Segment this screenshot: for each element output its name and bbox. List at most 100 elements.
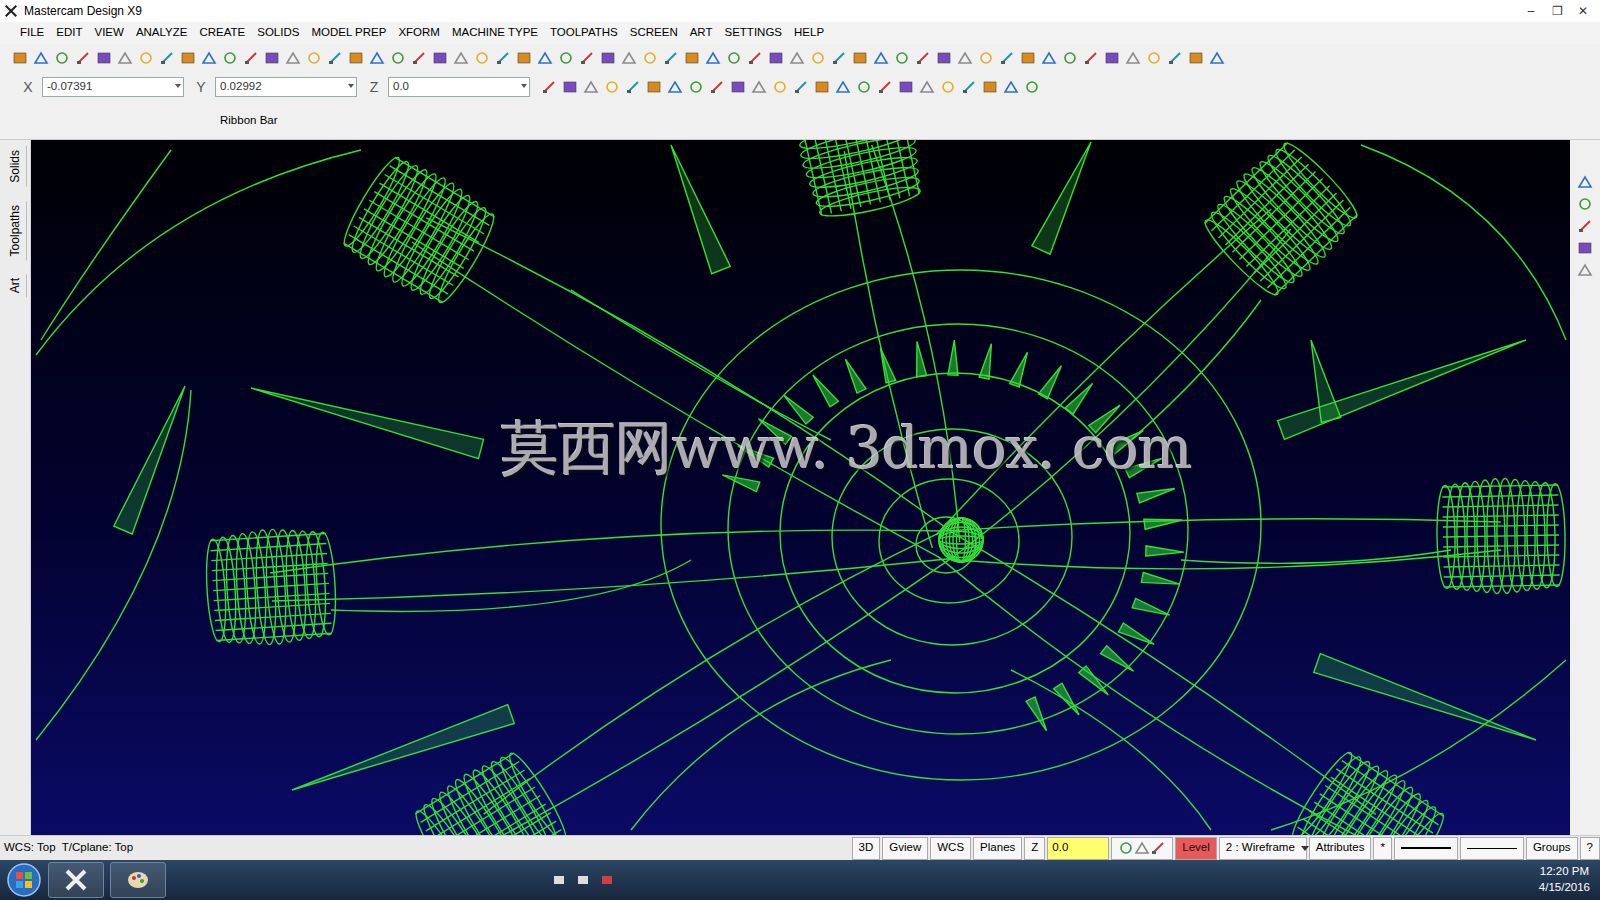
tool-icon[interactable] [898, 79, 914, 95]
menu-item[interactable]: CREATE [193, 23, 251, 42]
tool-icon[interactable] [768, 50, 784, 66]
tool-icon[interactable] [957, 50, 973, 66]
attributes-button[interactable]: Attributes [1309, 837, 1372, 860]
tool-icon[interactable] [1209, 50, 1225, 66]
tool-icon[interactable] [894, 50, 910, 66]
tool-icon[interactable] [684, 50, 700, 66]
tool-icon[interactable] [604, 79, 620, 95]
tool-icon[interactable] [726, 50, 742, 66]
tool-icon[interactable] [1188, 50, 1204, 66]
tool-icon[interactable] [625, 79, 641, 95]
tool-icon[interactable] [831, 50, 847, 66]
tool-icon[interactable] [1083, 50, 1099, 66]
tool-icon[interactable] [285, 50, 301, 66]
tool-icon[interactable] [600, 50, 616, 66]
tool-icon[interactable] [873, 50, 889, 66]
tool-icon[interactable] [537, 50, 553, 66]
tool-icon[interactable] [390, 50, 406, 66]
tool-icon[interactable] [810, 50, 826, 66]
menu-item[interactable]: SCREEN [624, 23, 684, 42]
tool-icon[interactable] [835, 79, 851, 95]
dropdown-arrow-icon[interactable] [348, 84, 354, 88]
tool-icon[interactable] [348, 50, 364, 66]
view-cube-icon[interactable] [1577, 262, 1593, 278]
view-cube-icon[interactable] [1577, 174, 1593, 190]
status-button[interactable]: 3D [852, 837, 881, 860]
level-button[interactable]: Level [1175, 837, 1217, 860]
menu-item[interactable]: TOOLPATHS [544, 23, 624, 42]
tool-icon[interactable] [772, 79, 788, 95]
side-tab[interactable]: Art [4, 274, 27, 297]
point-style-dropdown[interactable]: * [1373, 837, 1391, 860]
coordinate-field[interactable]: 0.02992 [215, 77, 357, 97]
menu-item[interactable]: XFORM [392, 23, 446, 42]
view-cube-icon[interactable] [1577, 240, 1593, 256]
tool-icon[interactable] [852, 50, 868, 66]
start-orb-icon[interactable] [6, 862, 42, 898]
tool-icon[interactable] [793, 79, 809, 95]
tool-icon[interactable] [789, 50, 805, 66]
tool-icon[interactable] [411, 50, 427, 66]
dropdown-arrow-icon[interactable] [175, 84, 181, 88]
side-tab[interactable]: Solids [4, 146, 27, 187]
tool-icon[interactable] [54, 50, 70, 66]
tool-icon[interactable] [33, 50, 49, 66]
tool-icon[interactable] [306, 50, 322, 66]
tool-icon[interactable] [642, 50, 658, 66]
tool-icon[interactable] [558, 50, 574, 66]
line-width-dropdown[interactable] [1460, 837, 1524, 860]
status-button[interactable]: WCS [930, 837, 971, 860]
tool-icon[interactable] [705, 50, 721, 66]
tool-icon[interactable] [856, 79, 872, 95]
menu-item[interactable]: HELP [788, 23, 830, 42]
status-button[interactable]: Gview [882, 837, 928, 860]
tool-icon[interactable] [159, 50, 175, 66]
menu-item[interactable]: ANALYZE [130, 23, 194, 42]
tool-icon[interactable] [369, 50, 385, 66]
show-hidden-icon[interactable] [552, 873, 566, 887]
tool-icon[interactable] [667, 79, 683, 95]
tool-icon[interactable] [747, 50, 763, 66]
restore-button[interactable]: ❐ [1544, 2, 1570, 20]
tool-icon[interactable] [1062, 50, 1078, 66]
tool-icon[interactable] [453, 50, 469, 66]
paint-task-button[interactable] [110, 862, 166, 898]
close-button[interactable]: ✕ [1570, 2, 1596, 20]
tool-icon[interactable] [1003, 79, 1019, 95]
z-depth-field[interactable]: 0.0 [1047, 837, 1109, 860]
menu-item[interactable]: EDIT [50, 23, 88, 42]
level-dropdown[interactable]: 2 : Wireframe [1219, 837, 1307, 860]
tool-icon[interactable] [1024, 79, 1040, 95]
tool-icon[interactable] [730, 79, 746, 95]
groups-button[interactable]: Groups [1526, 837, 1578, 860]
tool-icon[interactable] [919, 79, 935, 95]
tool-icon[interactable] [562, 79, 578, 95]
tool-icon[interactable] [243, 50, 259, 66]
tool-icon[interactable] [940, 79, 956, 95]
tool-icon[interactable] [138, 50, 154, 66]
coordinate-field[interactable]: -0.07391 [42, 77, 184, 97]
menu-item[interactable]: ART [684, 23, 719, 42]
tool-icon[interactable] [982, 79, 998, 95]
minimize-button[interactable]: – [1518, 2, 1544, 20]
side-tab[interactable]: Toolpaths [4, 201, 27, 260]
help-button[interactable]: ? [1580, 837, 1600, 860]
tool-icon[interactable] [915, 50, 931, 66]
tool-icon[interactable] [201, 50, 217, 66]
graphics-viewport[interactable]: 莫西网www. 3dmox. com [31, 140, 1570, 835]
shade-icon[interactable] [1134, 840, 1150, 856]
coordinate-field[interactable]: 0.0 [388, 77, 530, 97]
tool-icon[interactable] [1146, 50, 1162, 66]
view-cube-icon[interactable] [1577, 218, 1593, 234]
tool-icon[interactable] [541, 79, 557, 95]
tool-icon[interactable] [516, 50, 532, 66]
tool-icon[interactable] [646, 79, 662, 95]
tool-icon[interactable] [495, 50, 511, 66]
tool-icon[interactable] [222, 50, 238, 66]
tool-icon[interactable] [96, 50, 112, 66]
tool-icon[interactable] [688, 79, 704, 95]
tool-icon[interactable] [936, 50, 952, 66]
network-icon[interactable] [576, 873, 590, 887]
tool-icon[interactable] [1104, 50, 1120, 66]
menu-item[interactable]: FILE [14, 23, 50, 42]
